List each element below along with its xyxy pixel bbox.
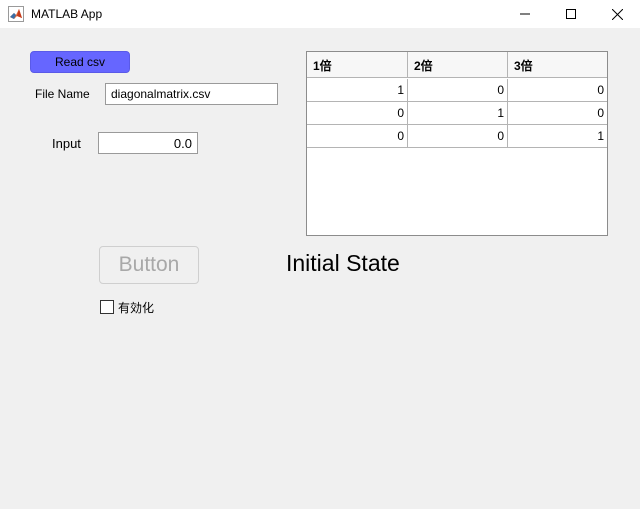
table-cell[interactable]: 1 [408, 102, 508, 124]
table-row: 0 1 0 [307, 102, 607, 125]
file-name-label: File Name [35, 87, 90, 101]
column-header[interactable]: 3倍 [508, 52, 607, 78]
status-label: Initial State [286, 250, 400, 276]
data-table[interactable]: 1倍 2倍 3倍 1 0 0 0 1 0 0 0 1 [306, 51, 608, 236]
table-cell[interactable]: 1 [508, 125, 607, 147]
maximize-icon [566, 9, 576, 19]
maximize-button[interactable] [548, 0, 594, 28]
window-title: MATLAB App [31, 7, 103, 21]
table-cell[interactable]: 1 [307, 79, 408, 101]
enable-checkbox-label[interactable]: 有効化 [118, 299, 154, 316]
table-cell[interactable]: 0 [408, 125, 508, 147]
read-csv-button[interactable]: Read csv [30, 51, 130, 73]
file-name-field[interactable]: diagonalmatrix.csv [105, 83, 278, 105]
action-button[interactable]: Button [99, 246, 199, 284]
table-cell[interactable]: 0 [508, 79, 607, 101]
title-bar: MATLAB App [0, 0, 640, 28]
minimize-icon [520, 9, 530, 19]
column-header[interactable]: 1倍 [307, 52, 408, 78]
close-icon [611, 8, 623, 20]
table-header: 1倍 2倍 3倍 [307, 52, 607, 78]
close-button[interactable] [594, 0, 640, 28]
table-cell[interactable]: 0 [508, 102, 607, 124]
matlab-icon [8, 6, 24, 22]
input-label: Input [52, 136, 81, 151]
table-cell[interactable]: 0 [307, 102, 408, 124]
table-row: 0 0 1 [307, 125, 607, 148]
enable-checkbox[interactable] [100, 300, 114, 314]
table-cell[interactable]: 0 [408, 79, 508, 101]
minimize-button[interactable] [502, 0, 548, 28]
table-row: 1 0 0 [307, 79, 607, 102]
column-header[interactable]: 2倍 [408, 52, 508, 78]
table-cell[interactable]: 0 [307, 125, 408, 147]
input-field[interactable]: 0.0 [98, 132, 198, 154]
